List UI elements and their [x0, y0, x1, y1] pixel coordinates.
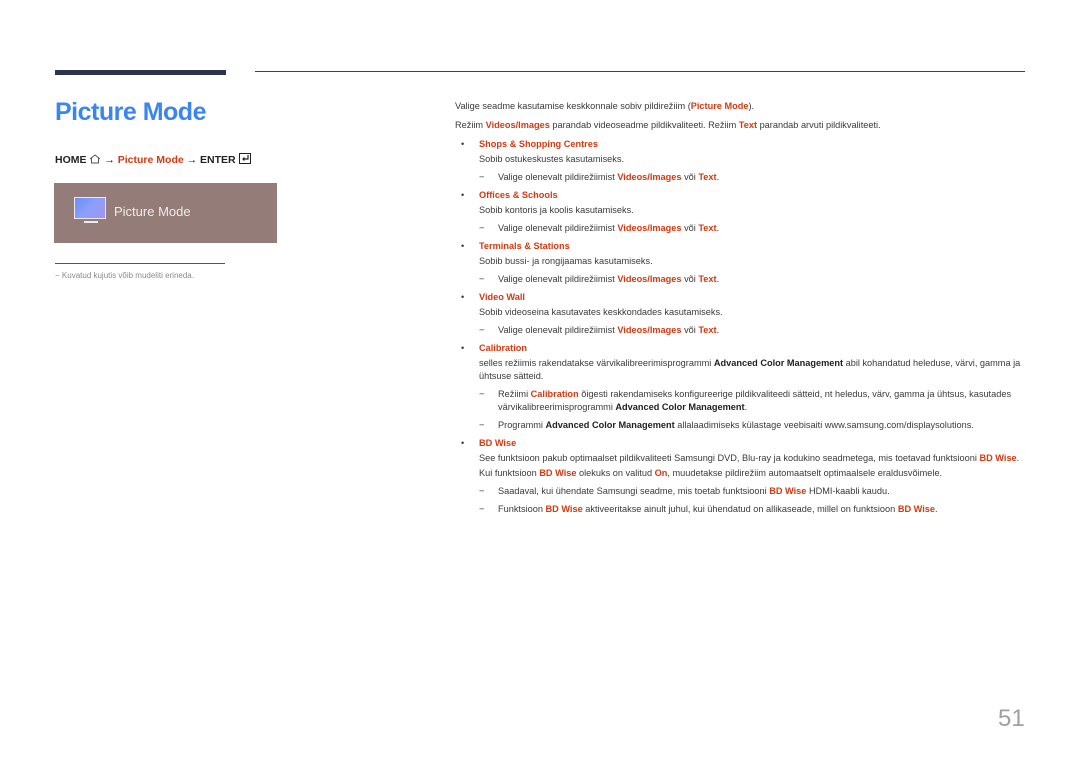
mode-description: Sobib kontoris ja koolis kasutamiseks.	[479, 205, 634, 215]
bullet: •	[461, 438, 465, 448]
mode-item-bd-wise: • BD Wise See funktsioon pakub optimaals…	[455, 437, 1035, 516]
bullet: •	[461, 241, 465, 251]
path-home: HOME	[55, 153, 87, 166]
bullet: •	[461, 190, 465, 200]
intro-paragraph-2: Režiim Videos/Images parandab videoseadm…	[455, 120, 881, 130]
mode-title: BD Wise	[479, 438, 517, 448]
mode-title: Shops & Shopping Centres	[479, 139, 598, 149]
mode-item-terminals: • Terminals & Stations Sobib bussi- ja r…	[455, 240, 1035, 286]
mode-note: − Valige olenevalt pildirežiimist Videos/…	[479, 274, 720, 284]
mode-note: − Saadaval, kui ühendate Samsungi seadme,…	[479, 486, 890, 496]
osd-label: Picture Mode	[114, 204, 191, 219]
mode-item-video-wall: • Video Wall Sobib videoseina kasutavate…	[455, 291, 1035, 337]
mode-note: − Valige olenevalt pildirežiimist Videos/…	[479, 325, 720, 335]
mode-description: Sobib bussi- ja rongijaamas kasutamiseks…	[479, 256, 653, 266]
page-title: Picture Mode	[55, 98, 206, 126]
path-menu-picture-mode: Picture Mode	[117, 153, 184, 166]
mode-note: − Valige olenevalt pildirežiimist Videos/…	[479, 223, 720, 233]
mode-note: − Funktsioon BD Wise aktiveeritakse ainul…	[479, 504, 938, 514]
header-bar-thick	[55, 70, 226, 75]
bullet: •	[461, 139, 465, 149]
path-enter: ENTER	[200, 153, 236, 166]
mode-item-calibration: • Calibration selles režiimis rakendatak…	[455, 342, 1035, 432]
header-rule	[255, 71, 1025, 72]
intro-paragraph-1: Valige seadme kasutamise keskkonnale sob…	[455, 101, 755, 111]
bullet: •	[461, 343, 465, 353]
mode-note: − Valige olenevalt pildirežiimist Videos/…	[479, 172, 720, 182]
mode-note: − Režiimi Calibration õigesti rakendamise…	[479, 389, 1012, 412]
mode-description: selles režiimis rakendatakse värvikalibr…	[479, 358, 1021, 381]
mode-description: Sobib videoseina kasutavates keskkondade…	[479, 307, 723, 317]
mode-description: See funktsioon pakub optimaalset pildikv…	[479, 453, 1020, 463]
mode-title: Terminals & Stations	[479, 241, 570, 251]
footnote-text: Kuvatud kujutis võib mudeliti erineda.	[61, 271, 194, 280]
monitor-icon	[74, 197, 106, 219]
mode-description: Kui funktsioon BD Wise olekuks on valitu…	[479, 468, 943, 478]
enter-icon	[238, 153, 251, 167]
osd-menu-preview: Picture Mode	[54, 183, 277, 243]
mode-note: − Programmi Advanced Color Management all…	[479, 420, 974, 430]
mode-title: Offices & Schools	[479, 190, 558, 200]
page-number: 51	[998, 705, 1025, 732]
bullet: •	[461, 292, 465, 302]
mode-description: Sobib ostukeskustes kasutamiseks.	[479, 154, 625, 164]
footnote-divider	[55, 263, 225, 264]
mode-item-shops: • Shops & Shopping Centres Sobib ostukes…	[455, 138, 1035, 184]
home-icon	[89, 153, 101, 167]
main-content: Valige seadme kasutamise keskkonnale sob…	[455, 100, 1035, 516]
path-arrow: →	[186, 153, 198, 166]
monitor-stand	[84, 221, 98, 223]
mode-item-offices: • Offices & Schools Sobib kontoris ja ko…	[455, 189, 1035, 235]
mode-title: Calibration	[479, 343, 527, 353]
path-arrow: →	[104, 153, 115, 166]
navigation-path: HOME → Picture Mode → ENTER	[55, 153, 251, 167]
footnote: − Kuvatud kujutis võib mudeliti erineda.	[55, 271, 194, 280]
mode-title: Video Wall	[479, 292, 525, 302]
